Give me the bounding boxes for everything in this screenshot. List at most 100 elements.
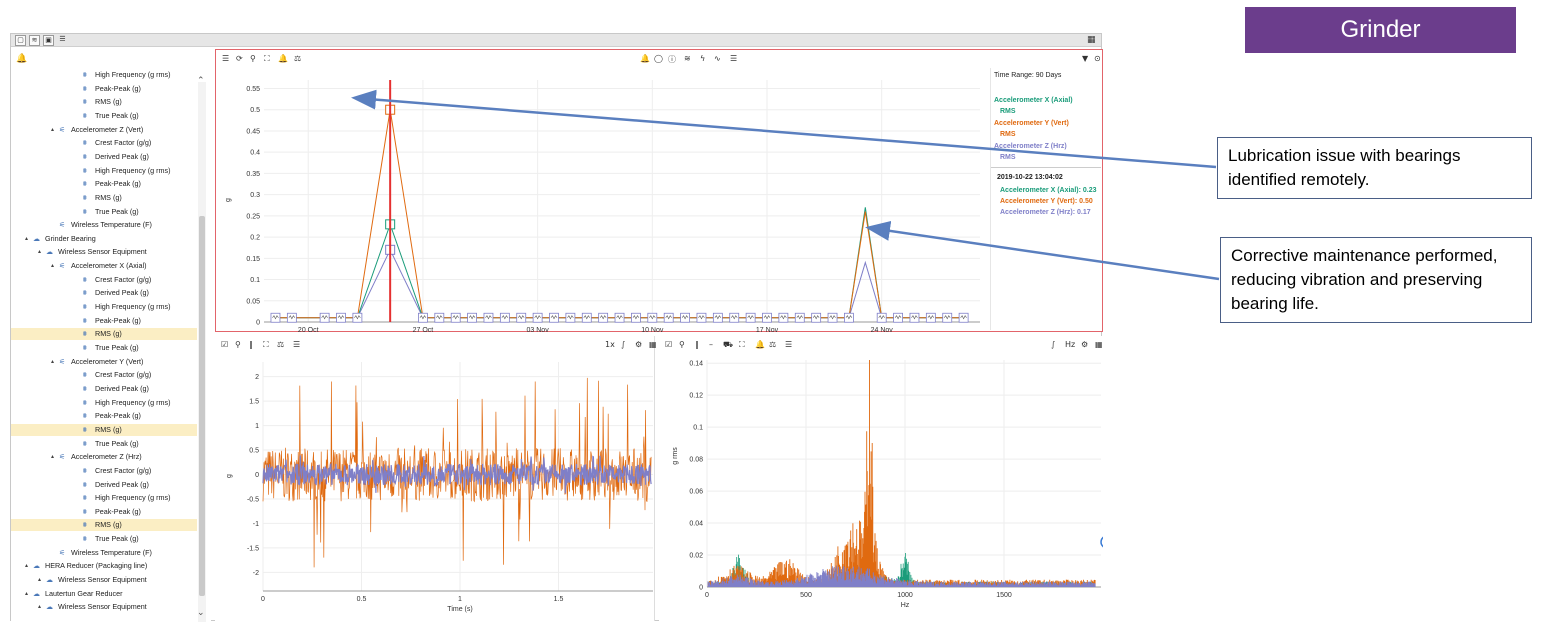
tree-item[interactable]: ▴ ⚟ Accelerometer Y (Vert) (11, 356, 197, 368)
legend-series-x[interactable]: Accelerometer X (Axial) (994, 97, 1073, 104)
asset-icon: ☁ (46, 576, 53, 585)
tree-item-label: Derived Peak (g) (95, 151, 149, 161)
tree-item[interactable]: ⩩ High Frequency (g rms) (11, 492, 197, 504)
expand-caret-icon[interactable]: ▴ (51, 124, 54, 136)
scroll-up-icon[interactable]: ⌃ (197, 76, 205, 86)
tree-item[interactable]: ▴ ☁ Lautertun Gear Reducer (11, 588, 197, 600)
expand-caret-icon[interactable]: ▴ (51, 451, 54, 463)
tree-item[interactable]: ⩩ RMS (g) (11, 328, 197, 341)
tree-item[interactable]: ⩩ True Peak (g) (11, 110, 197, 122)
tree-item[interactable]: ⩩ True Peak (g) (11, 533, 197, 545)
tree-item[interactable]: ⩩ True Peak (g) (11, 438, 197, 450)
tree-item[interactable]: ⩩ True Peak (g) (11, 206, 197, 218)
sidebar-scrollbar-thumb[interactable] (199, 216, 205, 596)
notification-bell-icon[interactable]: 🔔 (16, 54, 27, 64)
data-marker (467, 312, 477, 323)
tree-item[interactable]: ⩩ Peak-Peak (g) (11, 315, 197, 327)
waveform-chart[interactable]: 2 1.5 1 0.5 0 -0.5 -1 -1.5 -2 0 0.5 1 1.5 Time (s) g (215, 336, 655, 621)
tree-item[interactable]: ⩩ Peak-Peak (g) (11, 83, 197, 95)
tree-item[interactable]: ▴ ☁ Grinder Bearing (11, 233, 197, 245)
x-tick-label: 0 (261, 596, 265, 603)
asset-icon: ☁ (46, 603, 53, 612)
x-tick-label: 24 Nov (871, 327, 894, 332)
new-document-icon[interactable]: ▢ (15, 35, 26, 46)
dashboard-icon[interactable]: ▣ (43, 35, 54, 46)
tree-item-label: High Frequency (g rms) (95, 165, 171, 175)
tree-item[interactable]: ▴ ⚟ Accelerometer Z (Vert) (11, 124, 197, 136)
tree-item[interactable]: ⩩ Derived Peak (g) (11, 383, 197, 395)
expand-caret-icon[interactable]: ▴ (25, 560, 28, 572)
expand-caret-icon[interactable]: ▴ (51, 260, 54, 272)
expand-caret-icon[interactable]: ▴ (38, 574, 41, 586)
tree-item[interactable]: ⩩ High Frequency (g rms) (11, 301, 197, 313)
tree-item[interactable]: ⩩ High Frequency (g rms) (11, 165, 197, 177)
rss-feed-icon[interactable]: ≋ (29, 35, 40, 46)
expand-caret-icon[interactable]: ▴ (38, 246, 41, 258)
trend-legend: Time Range: 90 Days Accelerometer X (Axi… (990, 68, 1102, 330)
tree-item[interactable]: ⩩ RMS (g) (11, 192, 197, 204)
expand-caret-icon[interactable]: ▴ (38, 601, 41, 613)
trend-chart[interactable]: 0.05 0.1 0.15 0.2 0.25 0.3 0.35 0.4 0.45 0.5 0.55 0… (216, 50, 988, 332)
tree-item-label: High Frequency (g rms) (95, 397, 171, 407)
data-marker (319, 312, 330, 323)
filter-icon[interactable]: ▼ (1082, 54, 1088, 63)
tree-item[interactable]: ▴ ☁ Wireless Sensor Equipment (11, 574, 197, 586)
measurement-icon: ⩩ (83, 193, 87, 202)
y-tick-label: 1 (255, 423, 259, 430)
tree-item[interactable]: ⩩ Derived Peak (g) (11, 151, 197, 163)
tree-item-label: True Peak (g) (95, 206, 139, 216)
tree-item-label: Derived Peak (g) (95, 288, 149, 298)
data-marker (565, 312, 576, 323)
tree-item[interactable]: ⩩ Crest Factor (g/g) (11, 137, 197, 149)
measurement-icon: ⩩ (83, 330, 87, 339)
tree-item[interactable]: ⚟ Wireless Temperature (F) (11, 219, 197, 231)
data-marker (549, 312, 559, 323)
menu-icon[interactable]: ☰ (57, 35, 68, 46)
settings-icon[interactable]: ⊙ (1094, 54, 1101, 63)
tree-item[interactable]: ⩩ Derived Peak (g) (11, 479, 197, 491)
data-marker (450, 312, 461, 323)
measurement-icon: ⩩ (83, 111, 87, 120)
tree-item[interactable]: ⩩ Peak-Peak (g) (11, 178, 197, 190)
legend-series-y[interactable]: Accelerometer Y (Vert) (994, 120, 1069, 127)
measurement-icon: ⩩ (83, 316, 87, 325)
tree-item[interactable]: ⩩ Crest Factor (g/g) (11, 465, 197, 477)
tree-item[interactable]: ▴ ⚟ Accelerometer X (Axial) (11, 260, 197, 272)
scroll-down-icon[interactable]: ⌄ (197, 608, 205, 618)
measurement-icon: ⩩ (83, 439, 87, 448)
tree-item[interactable]: ⩩ High Frequency (g rms) (11, 69, 197, 81)
tree-item[interactable]: ⩩ Peak-Peak (g) (11, 506, 197, 518)
tree-item[interactable]: ⩩ RMS (g) (11, 96, 197, 108)
y-tick-label: 0.45 (246, 128, 260, 135)
legend-series-z[interactable]: Accelerometer Z (Hrz) (994, 143, 1067, 150)
tree-item[interactable]: ⩩ Peak-Peak (g) (11, 410, 197, 422)
layout-grid-icon[interactable]: ▦ (1087, 35, 1097, 45)
data-marker (647, 312, 658, 323)
tree-item[interactable]: ⩩ Crest Factor (g/g) (11, 369, 197, 381)
expand-caret-icon[interactable]: ▴ (51, 356, 54, 368)
tree-item-label: RMS (g) (95, 192, 122, 202)
tree-item-label: Derived Peak (g) (95, 383, 149, 393)
expand-caret-icon[interactable]: ▴ (25, 233, 28, 245)
tree-item[interactable]: ▴ ☁ Wireless Sensor Equipment (11, 601, 197, 613)
tree-item[interactable]: ⩩ High Frequency (g rms) (11, 397, 197, 409)
tree-item[interactable]: ⩩ RMS (g) (11, 519, 197, 532)
tree-item[interactable]: ▴ ⚟ Accelerometer Z (Hrz) (11, 451, 197, 463)
tree-item[interactable]: ⩩ True Peak (g) (11, 342, 197, 354)
spectrum-chart[interactable]: 0.14 0.12 0.1 0.08 0.06 0.04 0.02 00 500 1000 1500… (659, 336, 1103, 621)
tree-item[interactable]: ▴ ☁ HERA Reducer (Packaging line) (11, 560, 197, 572)
tree-item[interactable]: ⩩ RMS (g) (11, 423, 197, 436)
tree-item[interactable]: ⚟ Wireless Temperature (F) (11, 547, 197, 559)
tree-item[interactable]: ⩩ Derived Peak (g) (11, 287, 197, 299)
tree-item[interactable]: ⩩ Crest Factor (g/g) (11, 274, 197, 286)
data-marker (270, 312, 281, 323)
monitoring-app-window: ▢ ≋ ▣ ☰ ▦ 🔔 ⩩ High Frequency (g rms) ⩩ Peak… (10, 33, 1103, 622)
expand-caret-icon[interactable]: ▴ (25, 588, 28, 600)
y-tick-label: -2 (253, 570, 259, 577)
screenshot-stage: ▢ ≋ ▣ ☰ ▦ 🔔 ⩩ High Frequency (g rms) ⩩ Peak… (0, 0, 1550, 634)
data-marker (762, 312, 772, 323)
measurement-icon: ⩩ (83, 521, 87, 530)
tree-item[interactable]: ▴ ☁ Wireless Sensor Equipment (11, 246, 197, 258)
data-marker (434, 312, 445, 323)
tree-item-label: Accelerometer X (Axial) (71, 261, 147, 271)
